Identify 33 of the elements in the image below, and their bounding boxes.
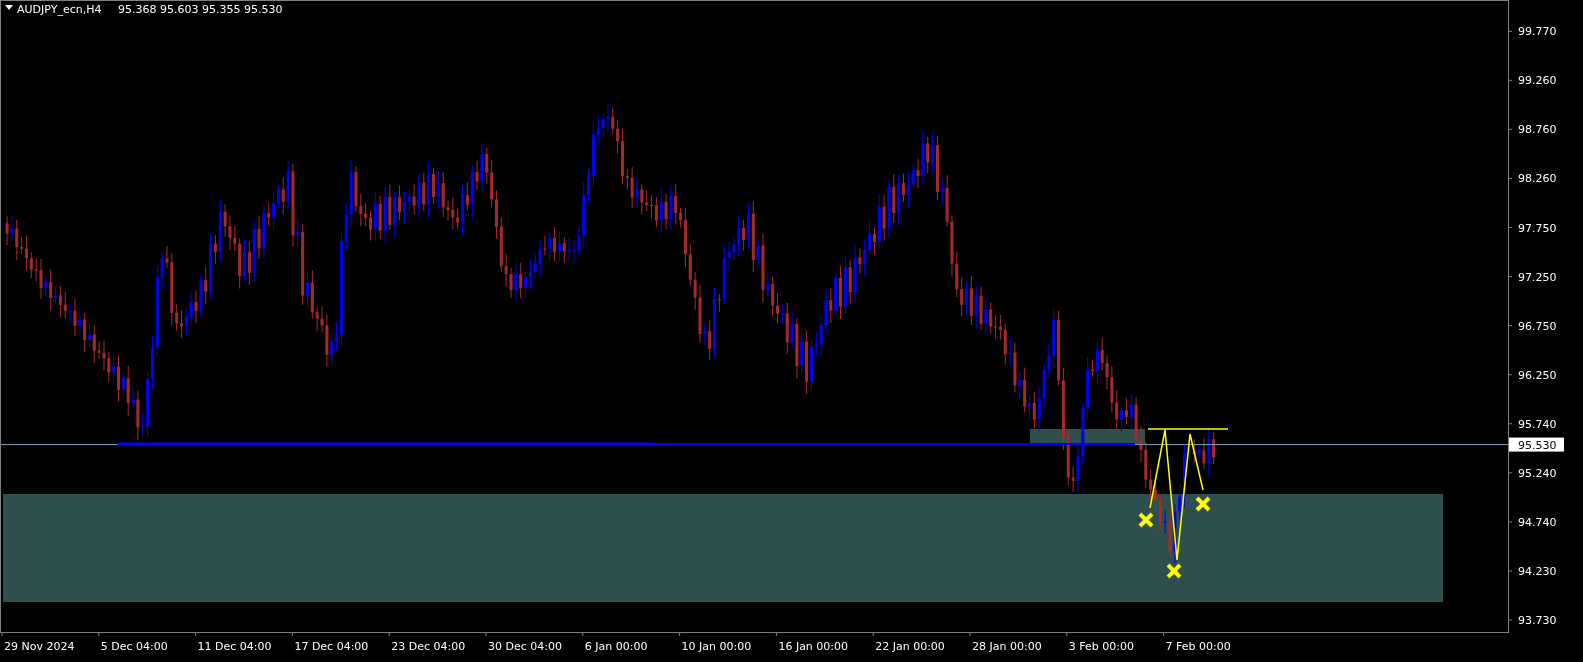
time-label: 17 Dec 04:00 <box>294 640 369 653</box>
price-label: 95.240 <box>1518 466 1557 480</box>
price-label: 98.260 <box>1518 172 1557 186</box>
price-label: 96.750 <box>1518 319 1557 333</box>
time-label: 3 Feb 00:00 <box>1068 640 1134 653</box>
time-label: 22 Jan 00:00 <box>875 640 945 653</box>
price-label: 94.740 <box>1518 515 1557 529</box>
caret-icon <box>5 5 13 10</box>
time-label: 16 Jan 00:00 <box>778 640 849 653</box>
time-label: 5 Dec 04:00 <box>100 640 168 653</box>
price-label: 96.250 <box>1518 368 1557 382</box>
cross-icon <box>1166 563 1182 579</box>
time-label: 30 Dec 04:00 <box>488 640 562 653</box>
price-label: 97.750 <box>1518 221 1557 235</box>
ohlc-values: 95.368 95.603 95.355 95.530 <box>118 3 283 16</box>
time-label: 23 Dec 04:00 <box>391 640 466 653</box>
price-label: 99.770 <box>1518 25 1557 39</box>
cross-icon <box>1195 496 1211 512</box>
time-label: 28 Jan 00:00 <box>972 640 1042 653</box>
time-label: 11 Dec 04:00 <box>197 640 272 653</box>
price-label: 93.730 <box>1518 614 1557 627</box>
price-label: 95.740 <box>1518 417 1557 431</box>
time-label: 7 Feb 00:00 <box>1165 640 1231 653</box>
time-label: 10 Jan 00:00 <box>681 640 752 653</box>
price-label: 99.260 <box>1518 74 1557 88</box>
time-label: 29 Nov 2024 <box>4 640 75 653</box>
time-label: 6 Jan 00:00 <box>584 640 648 653</box>
price-label: 94.230 <box>1518 564 1557 578</box>
price-label: 98.760 <box>1518 123 1557 137</box>
cross-icon <box>1138 512 1154 528</box>
price-label: 97.250 <box>1518 270 1557 284</box>
symbol-label: AUDJPY_ecn,H4 <box>17 3 102 16</box>
current-price-tag: 95.530 <box>1509 437 1564 452</box>
